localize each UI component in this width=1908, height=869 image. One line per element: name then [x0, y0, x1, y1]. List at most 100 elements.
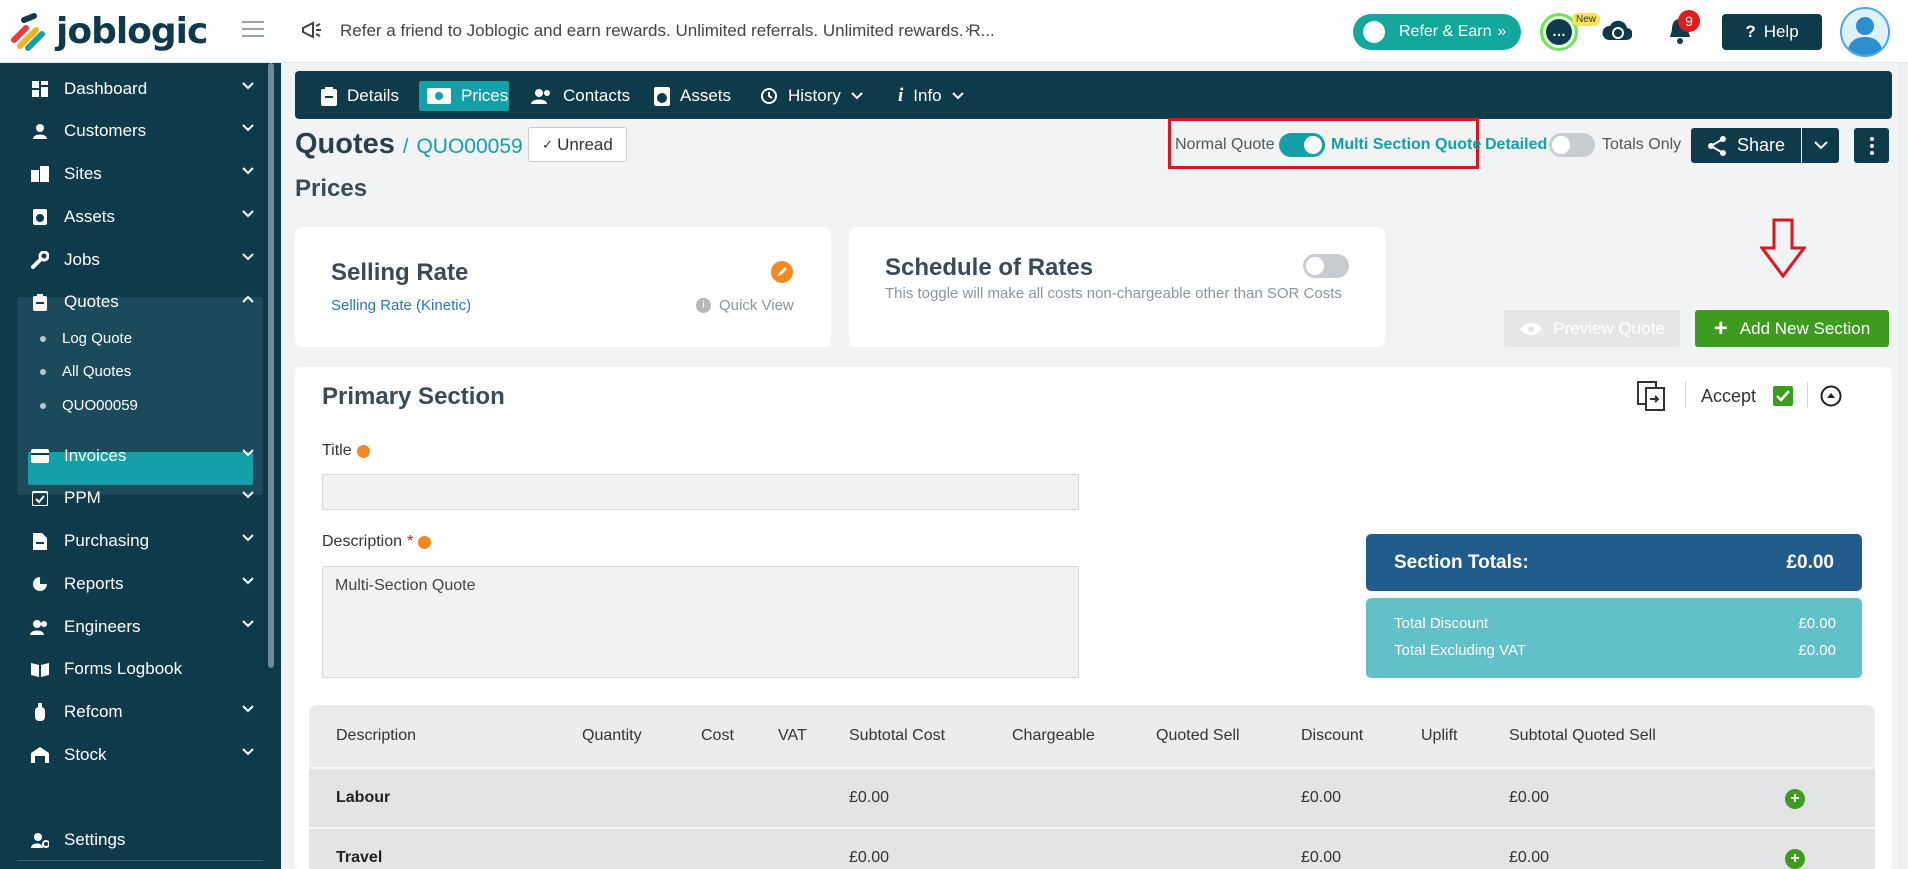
table-row[interactable]: Travel £0.00 £0.00 £0.00 + [309, 827, 1875, 869]
add-new-section-button[interactable]: + Add New Section [1695, 310, 1889, 347]
total-discount-label: Total Discount [1394, 615, 1489, 632]
calendar-check-icon [30, 488, 50, 508]
chevron-down-icon [242, 449, 254, 457]
users-icon [30, 617, 50, 637]
selling-rate-link[interactable]: Selling Rate (Kinetic) [331, 297, 471, 314]
chevron-down-icon [242, 491, 254, 499]
sidebar-item-assets[interactable]: Assets [30, 202, 260, 232]
detailed-label: Detailed [1485, 136, 1548, 153]
row-description: Travel [336, 849, 383, 866]
sidebar-item-label: Refcom [64, 702, 123, 721]
user-avatar[interactable] [1840, 7, 1890, 57]
help-button[interactable]: ? Help [1722, 14, 1822, 50]
title-input[interactable] [322, 474, 1079, 510]
sidebar-item-label: Customers [64, 121, 147, 140]
add-new-section-label: Add New Section [1739, 318, 1871, 338]
cloud-sync-icon[interactable] [1602, 18, 1632, 44]
sidebar-item-ppm[interactable]: PPM [30, 483, 260, 513]
description-textarea[interactable]: Multi-Section Quote [322, 566, 1079, 678]
double-chevron-right-icon: » [1497, 23, 1507, 40]
sidebar-item-settings[interactable]: Settings [30, 825, 260, 855]
quick-view-link[interactable]: i Quick View [696, 297, 794, 314]
row-subtotal-cost: £0.00 [849, 789, 890, 806]
tab-label: Info [913, 86, 942, 105]
sidebar-item-label: Settings [64, 830, 126, 849]
document-icon [30, 531, 50, 551]
table-header: Chargeable [1012, 727, 1095, 744]
refer-earn-button[interactable]: Refer & Earn » [1353, 14, 1521, 50]
table-header: Uplift [1421, 727, 1458, 744]
megaphone-icon [300, 18, 324, 42]
totals-only-label: Totals Only [1602, 136, 1682, 153]
info-circle-icon: i [696, 298, 711, 313]
unread-button[interactable]: ✓ Unread [528, 127, 627, 162]
sidebar-item-stock[interactable]: Stock [30, 740, 260, 770]
section-title: Primary Section [322, 383, 505, 410]
down-arrow-annotation [1760, 218, 1806, 280]
page-scrollbar[interactable] [1898, 63, 1906, 869]
tab-history[interactable]: History [752, 81, 871, 111]
sidebar-sub-current-quote[interactable]: QUO00059 [40, 397, 138, 414]
money-icon [427, 88, 451, 104]
sidebar-sub-log-quote[interactable]: Log Quote [40, 330, 132, 347]
total-discount-value: £0.00 [1798, 615, 1836, 632]
sidebar-item-refcom[interactable]: Refcom [30, 697, 260, 727]
sidebar-item-dashboard[interactable]: Dashboard [30, 74, 260, 104]
sidebar-item-forms-logbook[interactable]: Forms Logbook [30, 654, 260, 684]
sidebar-item-quotes[interactable]: Quotes [30, 287, 260, 317]
tab-details[interactable]: Details [313, 81, 407, 111]
share-dropdown-button[interactable] [1802, 128, 1839, 163]
clipboard-icon [30, 292, 50, 312]
page-title[interactable]: Quotes [295, 128, 395, 161]
tab-label: History [788, 86, 841, 105]
sidebar-item-label: Sites [64, 164, 102, 183]
section-totals-value: £0.00 [1786, 551, 1834, 573]
tab-prices[interactable]: Prices [419, 81, 509, 111]
quote-mode-toggle[interactable] [1279, 133, 1325, 157]
table-header: Subtotal Quoted Sell [1509, 727, 1656, 744]
totals-mode-toggle[interactable] [1549, 133, 1595, 157]
copy-section-icon[interactable] [1637, 381, 1665, 411]
sidebar-item-jobs[interactable]: Jobs [30, 245, 260, 275]
announcement-prev-icon[interactable]: ‹ [942, 20, 947, 36]
sidebar-item-sites[interactable]: Sites [30, 159, 260, 189]
joblogic-logo[interactable]: joblogic [8, 11, 208, 52]
table-header: Subtotal Cost [849, 727, 946, 744]
total-discount-row: Total Discount £0.00 [1394, 615, 1836, 632]
sidebar-sub-all-quotes[interactable]: All Quotes [40, 363, 131, 380]
collapse-section-icon[interactable] [1820, 385, 1842, 407]
sidebar-item-reports[interactable]: Reports [30, 569, 260, 599]
tab-assets[interactable]: Assets [646, 81, 739, 111]
accept-checkbox[interactable] [1773, 386, 1793, 406]
share-button[interactable]: Share [1691, 128, 1801, 163]
preview-quote-button[interactable]: Preview Quote [1504, 310, 1680, 347]
logo-text: joblogic [56, 11, 208, 52]
kebab-icon [1869, 136, 1874, 155]
sidebar-item-engineers[interactable]: Engineers [30, 612, 260, 642]
tab-label: Assets [680, 86, 732, 105]
add-row-plus-icon[interactable]: + [1785, 789, 1805, 809]
sidebar-item-purchasing[interactable]: Purchasing [30, 526, 260, 556]
sidebar-sub-label: Log Quote [62, 330, 133, 347]
edit-pencil-icon[interactable] [771, 261, 793, 283]
section-totals-label: Section Totals: [1394, 551, 1529, 573]
double-check-icon: ✓ [542, 136, 554, 152]
menu-toggle-icon[interactable] [242, 20, 264, 38]
tab-contacts[interactable]: Contacts [523, 81, 638, 111]
sidebar-item-invoices[interactable]: Invoices [30, 441, 260, 471]
sidebar: Dashboard Customers Sites Assets Jobs Qu… [0, 63, 281, 869]
schedule-of-rates-toggle[interactable] [1303, 254, 1349, 278]
sidebar-item-label: Engineers [64, 617, 141, 636]
chevron-down-icon [851, 92, 863, 100]
announcement-next-icon[interactable]: › [965, 20, 970, 36]
table-row[interactable]: Labour £0.00 £0.00 £0.00 + [309, 767, 1875, 827]
more-options-button[interactable] [1854, 128, 1889, 163]
add-row-plus-icon[interactable]: + [1785, 849, 1805, 869]
sidebar-scrollbar[interactable] [268, 63, 274, 668]
sidebar-item-customers[interactable]: Customers [30, 116, 260, 146]
bullet-dot [40, 402, 46, 409]
sidebar-sub-label: QUO00059 [62, 397, 138, 414]
question-icon: ? [1745, 22, 1756, 41]
breadcrumb-separator: / [402, 136, 409, 158]
tab-info[interactable]: i Info [890, 81, 972, 111]
